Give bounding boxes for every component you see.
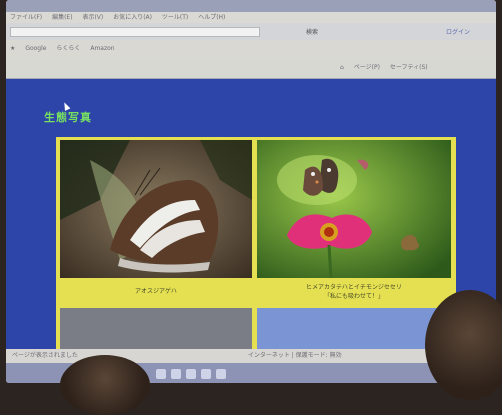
page-title: 生態写真 bbox=[44, 111, 92, 124]
home-icon[interactable]: ⌂ bbox=[340, 64, 344, 71]
menu-item-file[interactable]: ファイル(F) bbox=[10, 14, 42, 21]
caption-himeaka-line-2: 「私にも吸わせて！」 bbox=[323, 293, 384, 300]
menu-bar: ファイル(F) 編集(E) 表示(V) お気に入り(A) ツール(T) ヘルプ(… bbox=[6, 12, 496, 23]
bookmark-google[interactable]: Google bbox=[25, 45, 46, 52]
menu-item-view[interactable]: 表示(V) bbox=[82, 14, 103, 21]
menu-item-edit[interactable]: 編集(E) bbox=[52, 14, 72, 21]
browser-title-bar bbox=[6, 0, 496, 12]
star-icon[interactable]: ★ bbox=[10, 45, 15, 52]
search-input[interactable] bbox=[10, 27, 260, 37]
caption-aosuji-line-1: アオスジアゲハ bbox=[135, 288, 177, 295]
taskbar-app-icon[interactable] bbox=[171, 369, 181, 379]
taskbar-app-icon[interactable] bbox=[156, 369, 166, 379]
caption-aosuji: アオスジアゲハ bbox=[60, 280, 252, 306]
butterfly-photo-aosuji[interactable] bbox=[60, 140, 252, 278]
search-button[interactable]: 検索 bbox=[306, 27, 318, 36]
command-toolbar: ⌂ ページ(P) セーフティ(S) bbox=[6, 58, 496, 79]
login-link[interactable]: ログイン bbox=[446, 27, 470, 36]
butterfly-photo-himeaka[interactable] bbox=[257, 140, 451, 278]
toolbar-page-menu[interactable]: ページ(P) bbox=[354, 64, 380, 71]
menu-item-favorites[interactable]: お気に入り(A) bbox=[113, 14, 152, 21]
toolbar-safety-menu[interactable]: セーフティ(S) bbox=[390, 64, 428, 71]
menu-item-help[interactable]: ヘルプ(H) bbox=[198, 14, 225, 21]
bookmark-bar: ★ Google らくらく Amazon bbox=[6, 40, 496, 58]
web-page-content: 生態写真 アオスジアゲハ ヒメアカタテハとイチモンジセセリ 「私にも吸わせて！」 bbox=[6, 79, 496, 383]
himeaka-butterfly-image bbox=[257, 140, 451, 278]
status-text: ページが表示されました bbox=[12, 352, 78, 359]
taskbar-app-icon[interactable] bbox=[216, 369, 226, 379]
taskbar-app-icon[interactable] bbox=[201, 369, 211, 379]
zone-status: インターネット | 保護モード: 無効 bbox=[247, 352, 342, 359]
projected-screen: ファイル(F) 編集(E) 表示(V) お気に入り(A) ツール(T) ヘルプ(… bbox=[6, 0, 496, 383]
bookmark-amazon[interactable]: Amazon bbox=[90, 45, 114, 52]
menu-item-tools[interactable]: ツール(T) bbox=[162, 14, 188, 21]
caption-himeaka-line-1: ヒメアカタテハとイチモンジセセリ bbox=[306, 284, 402, 291]
caption-himeaka: ヒメアカタテハとイチモンジセセリ 「私にも吸わせて！」 bbox=[257, 280, 451, 306]
aosuji-butterfly-image bbox=[60, 140, 252, 278]
taskbar-app-icon[interactable] bbox=[186, 369, 196, 379]
audience-head bbox=[425, 290, 502, 400]
photo-grid: アオスジアゲハ ヒメアカタテハとイチモンジセセリ 「私にも吸わせて！」 bbox=[56, 137, 456, 383]
bookmark-rakuraku[interactable]: らくらく bbox=[56, 45, 80, 52]
audience-head bbox=[60, 355, 150, 415]
